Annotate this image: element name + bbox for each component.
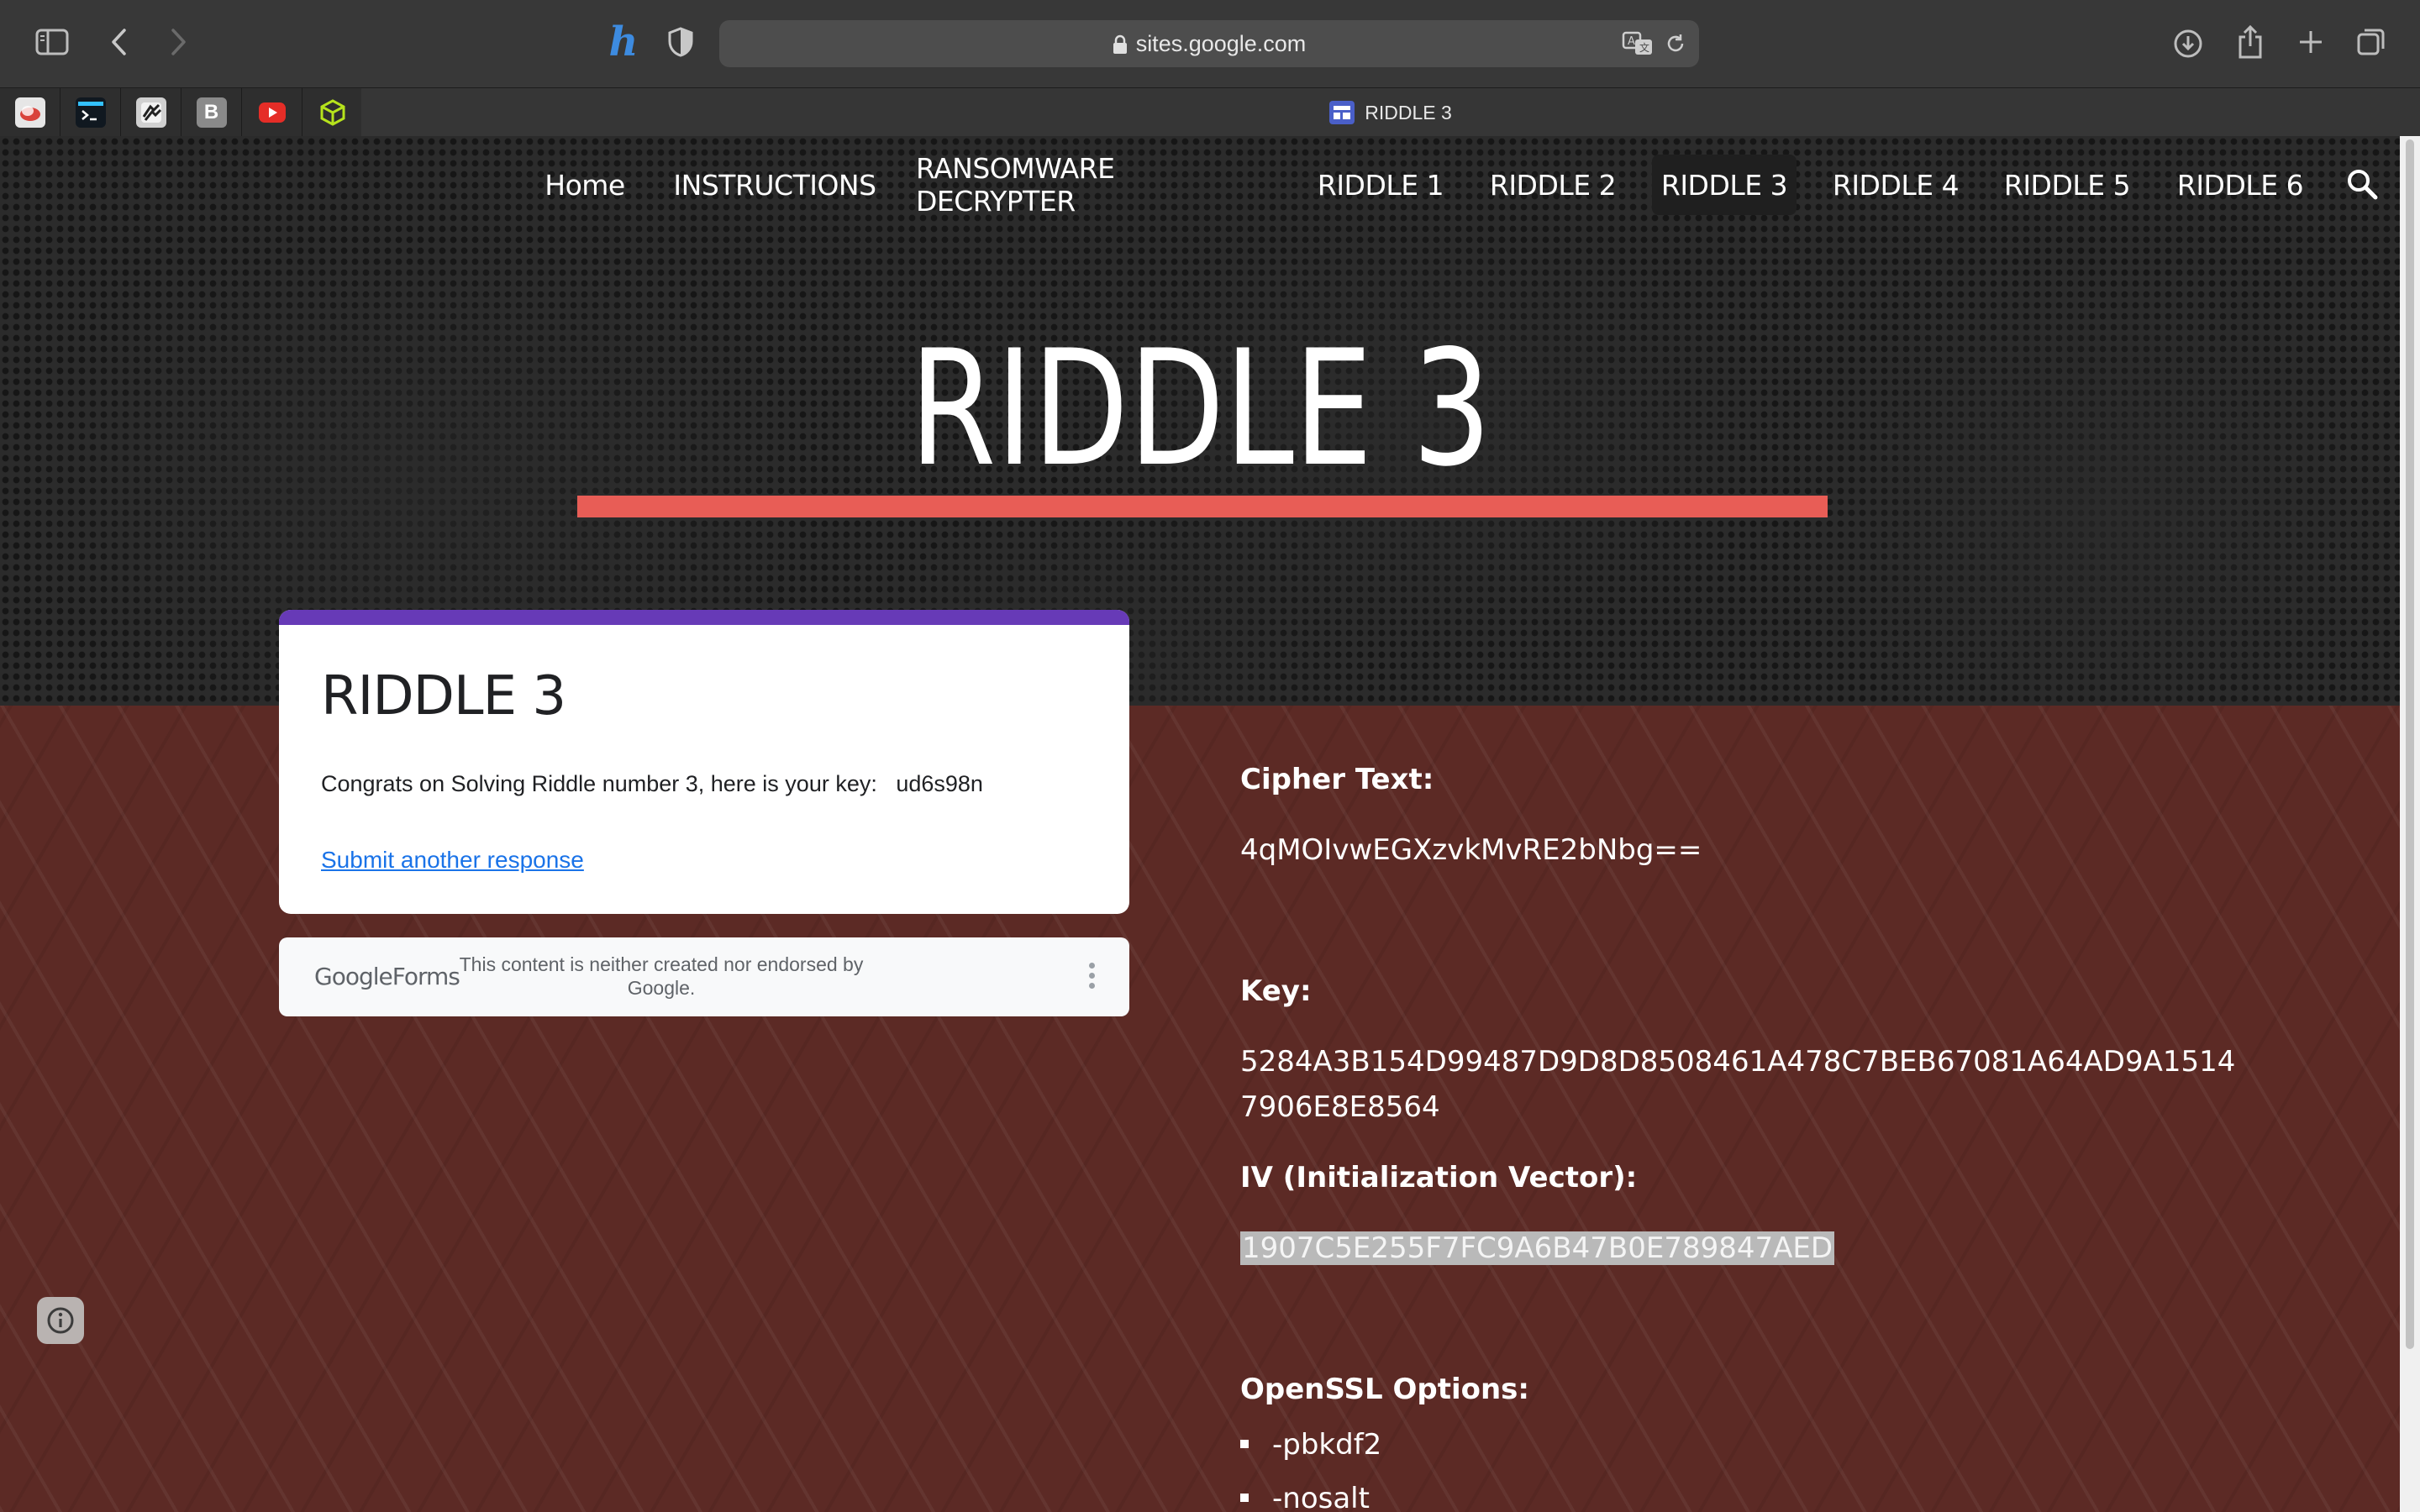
iv-label: IV (Initialization Vector): xyxy=(1240,1161,1638,1194)
cloud-app-icon xyxy=(14,97,45,128)
pinned-tab-4[interactable]: B xyxy=(182,88,242,137)
tab-strip: B RIDDLE 3 xyxy=(0,87,2420,137)
submit-another-response-link[interactable]: Submit another response xyxy=(321,847,584,874)
key-value-line-1: 5284A3B154D99487D9D8D8508461A478C7BEB670… xyxy=(1240,1045,2236,1079)
form-message: Congrats on Solving Riddle number 3, her… xyxy=(321,771,983,796)
share-icon[interactable] xyxy=(2232,22,2269,62)
google-sites-icon xyxy=(1329,101,1355,124)
pinned-tab-6[interactable] xyxy=(302,88,363,137)
nav-riddle-1[interactable]: RIDDLE 1 xyxy=(1313,155,1449,215)
privacy-shield-icon[interactable] xyxy=(664,25,697,59)
forms-disclaimer: This content is neither created nor endo… xyxy=(459,953,864,999)
cipher-text-label: Cipher Text: xyxy=(1240,763,1434,796)
key-value-line-2: 7906E8E8564 xyxy=(1240,1090,1440,1124)
title-underline xyxy=(577,496,1828,517)
openssl-options-label: OpenSSL Options: xyxy=(1240,1373,1530,1406)
google-forms-footer: GoogleForms This content is neither crea… xyxy=(279,937,1129,1016)
active-tab[interactable]: RIDDLE 3 xyxy=(361,88,2420,137)
nav-riddle-6[interactable]: RIDDLE 6 xyxy=(2170,155,2311,215)
site-nav: Home INSTRUCTIONS RANSOMWARE DECRYPTER R… xyxy=(0,152,2400,218)
page-scrollbar[interactable] xyxy=(2400,136,2420,1512)
more-options-icon[interactable] xyxy=(1087,963,1096,991)
form-title: RIDDLE 3 xyxy=(321,665,566,727)
sidebar-toggle-icon[interactable] xyxy=(34,27,71,57)
form-accent-bar xyxy=(279,610,1129,625)
nav-riddle-2[interactable]: RIDDLE 2 xyxy=(1484,155,1622,215)
browser-toolbar: h sites.google.com A文 xyxy=(0,0,2420,87)
svg-text:A: A xyxy=(1628,35,1635,48)
iv-value-selection: 1907C5E255F7FC9A6B47B0E789847AED xyxy=(1240,1231,1835,1265)
reload-icon[interactable] xyxy=(1664,32,1687,55)
back-icon[interactable] xyxy=(101,24,138,60)
tab-overview-icon[interactable] xyxy=(2353,24,2390,60)
zebra-icon xyxy=(135,97,166,128)
page-title: RIDDLE 3 xyxy=(909,316,1491,501)
cipher-text-value: 4qMOIvwEGXzvkMvRE2bNbg== xyxy=(1240,833,1702,867)
translate-icon[interactable]: A文 xyxy=(1622,30,1655,57)
key-label: Key: xyxy=(1240,974,1312,1008)
youtube-icon xyxy=(258,102,286,123)
iv-value: 1907C5E255F7FC9A6B47B0E789847AED xyxy=(1240,1231,1835,1265)
b-letter-icon: B xyxy=(196,97,227,128)
new-tab-icon[interactable] xyxy=(2292,24,2329,60)
openssl-option-item: -pbkdf2 xyxy=(1240,1428,1381,1462)
google-form-card: RIDDLE 3 Congrats on Solving Riddle numb… xyxy=(279,610,1129,914)
info-icon[interactable] xyxy=(37,1297,84,1344)
address-bar[interactable]: sites.google.com A文 xyxy=(719,20,1699,67)
pinned-tab-1[interactable] xyxy=(0,88,60,137)
nav-riddle-5[interactable]: RIDDLE 5 xyxy=(1998,155,2136,215)
terminal-icon xyxy=(75,97,106,128)
openssl-option-item: -nosalt xyxy=(1240,1482,1370,1512)
nav-instructions[interactable]: INSTRUCTIONS xyxy=(669,155,881,215)
nav-riddle-4[interactable]: RIDDLE 4 xyxy=(1827,155,1965,215)
tab-title: RIDDLE 3 xyxy=(1365,101,1452,123)
nav-home[interactable]: Home xyxy=(538,155,632,215)
nav-riddle-3[interactable]: RIDDLE 3 xyxy=(1652,155,1797,215)
pinned-tab-3[interactable] xyxy=(121,88,182,137)
downloads-icon[interactable] xyxy=(2170,25,2207,62)
cube-icon xyxy=(318,97,348,128)
scrollbar-thumb[interactable] xyxy=(2406,139,2414,1349)
forward-icon[interactable] xyxy=(160,24,197,60)
svg-text:文: 文 xyxy=(1639,41,1649,54)
address-text: sites.google.com xyxy=(1135,30,1307,56)
pinned-tab-5[interactable] xyxy=(242,88,302,137)
lock-icon xyxy=(1113,34,1128,54)
honey-extension-icon[interactable]: h xyxy=(602,18,645,66)
pinned-tab-2[interactable] xyxy=(60,88,121,137)
search-icon[interactable] xyxy=(2344,166,2381,203)
google-forms-logo: GoogleForms xyxy=(314,963,460,990)
nav-ransomware-decrypter[interactable]: RANSOMWARE DECRYPTER xyxy=(916,152,1277,218)
